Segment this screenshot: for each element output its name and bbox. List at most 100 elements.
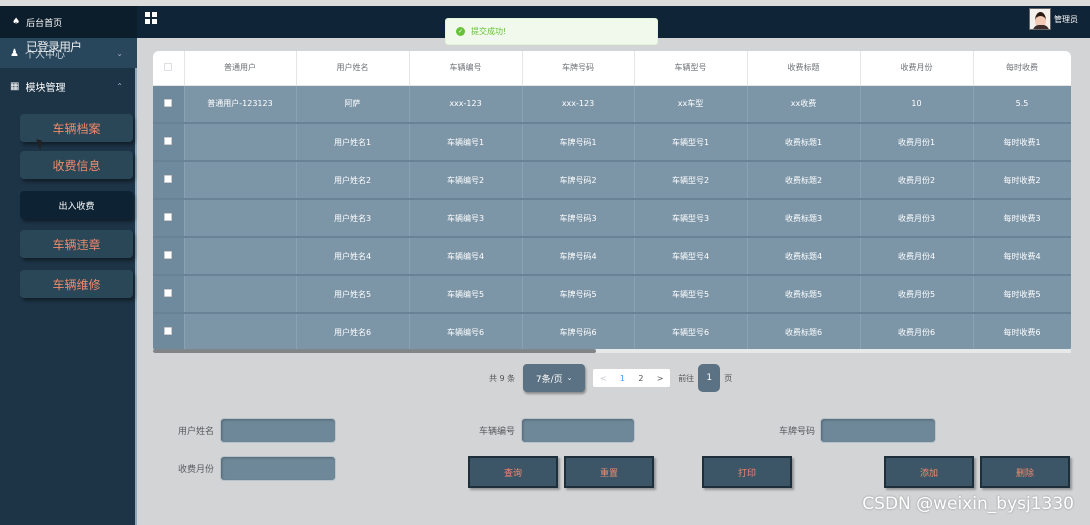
watermark: CSDN @weixin_bysj1330 [862,494,1074,514]
checkbox-icon[interactable] [164,62,173,71]
sidebar-group-module[interactable]: ▦ 模块管理 ⌃ [0,71,137,101]
delete-button[interactable]: 删除 [980,456,1070,488]
table-cell: 用户姓名1 [296,123,410,162]
checkbox-icon[interactable] [164,289,173,297]
table-cell: 车辆型号2 [634,161,748,200]
sidebar-item-in-out-fee[interactable]: 出入收费 [20,191,133,219]
table-cell: 车辆型号1 [634,123,748,162]
username-label: 用户姓名 [178,427,215,437]
table-cell: xx车型 [634,85,748,124]
table-cell: 收费标题3 [747,199,861,238]
table-row[interactable]: 用户姓名1 车辆编号1 车牌号码1 车辆型号1 收费标题1 收费月份1 每时收费1 [153,123,1071,162]
table-cell: 收费月份5 [860,275,974,314]
page-size-select[interactable]: 7条/页 ⌄ [523,364,586,392]
table-cell: 车辆编号1 [409,123,523,162]
reset-button[interactable]: 重置 [564,456,654,488]
checkbox-icon[interactable] [164,251,173,259]
table-cell: 收费标题6 [747,313,861,352]
plate-label: 车牌号码 [779,427,816,437]
menu-grid-icon[interactable] [145,12,157,24]
admin-label: 管理员 [1054,14,1078,24]
table-cell: 用户姓名3 [296,199,410,238]
table-row[interactable]: 用户姓名6 车辆编号6 车牌号码6 车辆型号6 收费标题6 收费月份6 每时收费6 [153,313,1071,352]
query-button[interactable]: 查询 [468,456,558,488]
table-cell: 收费月份2 [860,161,974,200]
table-cell: 车牌号码1 [522,123,635,162]
avatar[interactable] [1029,8,1051,30]
sidebar-item-home[interactable]: ♠ 后台首页 [0,6,137,38]
checkbox-icon[interactable] [164,327,173,335]
prev-page-icon[interactable]: < [600,374,607,383]
username-input[interactable] [220,418,336,443]
row-checkbox[interactable] [153,313,185,352]
checkbox-icon[interactable] [164,175,173,183]
table-cell: 收费月份4 [860,237,974,276]
table-cell: 用户姓名6 [296,313,410,352]
table-cell: 收费月份1 [860,123,974,162]
table-cell: 用户姓名4 [296,237,410,276]
table-cell: 收费标题5 [747,275,861,314]
table-row[interactable]: 用户姓名5 车辆编号5 车牌号码5 车辆型号5 收费标题5 收费月份5 每时收费5 [153,275,1071,314]
add-button[interactable]: 添加 [884,456,974,488]
module-group-label: 模块管理 [25,82,66,94]
table-cell: 车辆编号5 [409,275,523,314]
table-row[interactable]: 用户姓名4 车辆编号4 车牌号码4 车辆型号4 收费标题4 收费月份4 每时收费4 [153,237,1071,276]
next-page-icon[interactable]: > [657,374,664,383]
checkbox-icon[interactable] [164,213,173,221]
print-button[interactable]: 打印 [702,456,792,488]
sidebar-item-fee-info[interactable]: 收费信息 [20,151,133,179]
table-cell [184,237,297,276]
sidebar-item-repair[interactable]: 车辆维修 [20,270,133,298]
goto-page-input[interactable]: 1 [698,364,721,392]
table-cell: 每时收费4 [973,237,1071,276]
table-cell: 车辆型号4 [634,237,748,276]
checkbox-icon[interactable] [164,98,173,107]
table-cell [184,123,297,162]
select-all-checkbox[interactable] [153,51,185,86]
page-number[interactable]: 1 [620,374,625,383]
table-cell: 阿萨 [296,85,410,124]
admin-profile[interactable]: 管理员 [1029,8,1078,30]
table-cell: 车牌号码6 [522,313,635,352]
row-checkbox[interactable] [153,161,185,200]
row-checkbox[interactable] [153,85,185,124]
table-cell: 收费标题1 [747,123,861,162]
chevron-down-icon: ⌄ [116,48,123,58]
table-cell: 每时收费5 [973,275,1071,314]
table-cell: 车牌号码5 [522,275,635,314]
table-row[interactable]: 普通用户-123123 阿萨 xxx-123 xxx-123 xx车型 xx收费 10 5.5 [153,85,1071,124]
table-row[interactable]: 用户姓名2 车辆编号2 车牌号码2 车辆型号2 收费标题2 收费月份2 每时收费2 [153,161,1071,200]
user-icon: ♟ [10,47,19,59]
table-cell: 用户姓名2 [296,161,410,200]
row-checkbox[interactable] [153,275,185,314]
table-cell [184,275,297,314]
success-toast: ✓ 提交成功! [445,18,658,45]
module-grid-icon: ▦ [10,80,20,92]
table-cell: 10 [860,85,974,124]
table-cell: 收费月份6 [860,313,974,352]
goto-prefix: 前往 [678,373,695,383]
goto-page: 前往 1 页 [678,364,732,392]
column-header: 车辆编号 [409,51,523,86]
table-row[interactable]: 用户姓名3 车辆编号3 车牌号码3 车辆型号3 收费标题3 收费月份3 每时收费3 [153,199,1071,238]
table-cell: 收费月份3 [860,199,974,238]
horizontal-scrollbar[interactable] [153,349,1071,353]
table-cell: 车辆型号5 [634,275,748,314]
data-table: 普通用户 用户姓名 车辆编号 车牌号码 车辆型号 收费标题 收费月份 每时收费 … [153,51,1071,353]
table-cell [184,199,297,238]
table-cell: xxx-123 [522,85,635,124]
scrollbar-thumb[interactable] [153,349,596,353]
row-checkbox[interactable] [153,199,185,238]
table-cell: 每时收费2 [973,161,1071,200]
table-cell: 每时收费3 [973,199,1071,238]
table-cell: 用户姓名5 [296,275,410,314]
vehicle-no-input[interactable] [521,418,635,443]
month-input[interactable] [220,456,336,481]
row-checkbox[interactable] [153,237,185,276]
sidebar: ♠ 后台首页 ♟ 个人中心 ⌄ ▦ 模块管理 ⌃ 车辆档案 收费信息 出入收费 … [0,6,137,525]
checkbox-icon[interactable] [164,137,173,145]
plate-input[interactable] [820,418,936,443]
sidebar-item-violation[interactable]: 车辆违章 [20,230,133,258]
page-number[interactable]: 2 [638,374,643,383]
row-checkbox[interactable] [153,123,185,162]
